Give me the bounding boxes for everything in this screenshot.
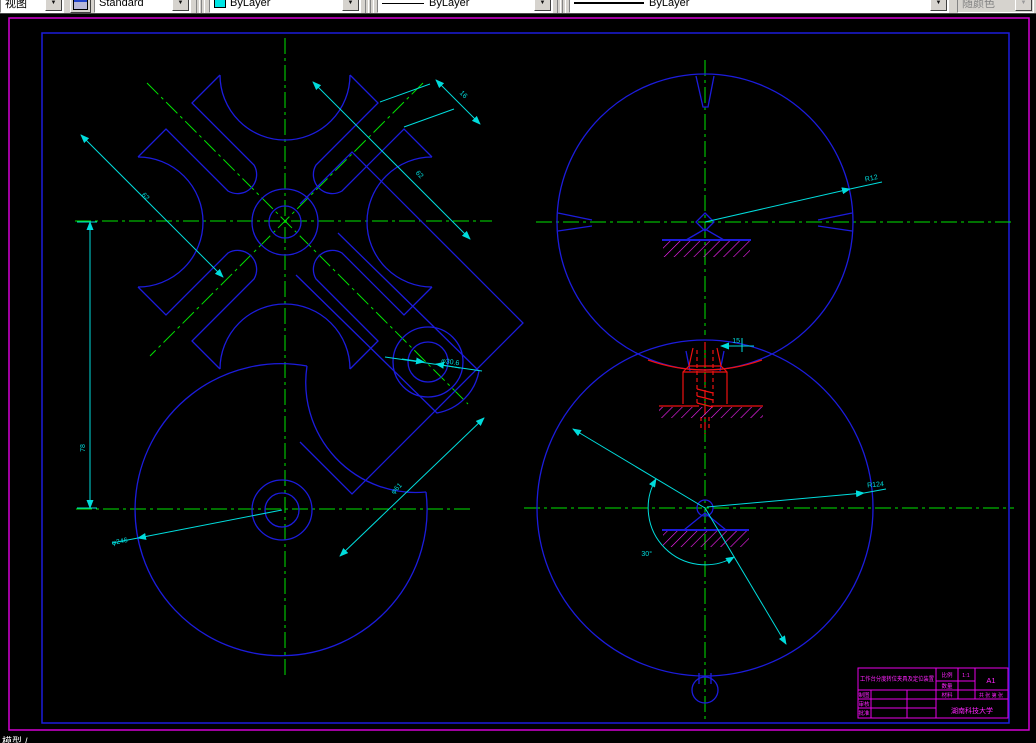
linetype-sample-icon <box>382 2 424 4</box>
dim-diag-right: 62 <box>414 170 425 181</box>
approved-label: 批准 <box>858 709 870 717</box>
section-hatch-view-c <box>663 241 750 257</box>
dim-arm-width: φ61 <box>390 482 404 496</box>
drawing-canvas[interactable]: 16 62 62 φ30.6 φ61 78 φ246 R12 R124 15 3… <box>0 0 1036 743</box>
drawn-label: 制图 <box>858 691 870 699</box>
centerline-diag-2 <box>149 82 424 357</box>
dim-disc-diameter: φ246 <box>111 537 128 547</box>
drawing-title: 工作台分度转位夹具及定位装置 <box>860 675 934 683</box>
section-hatch-pawl <box>659 407 763 418</box>
plotstyle-combo-value: 随颜色 <box>962 0 995 10</box>
style-manager-button[interactable] <box>70 0 91 13</box>
view-a-geneva-cross <box>137 74 524 495</box>
layout-tabs-fragment[interactable]: 模型 / <box>2 733 28 743</box>
color-swatch-icon <box>214 0 226 8</box>
dim-lock-radius: R124 <box>867 481 884 489</box>
view-combo-value: 视图 <box>5 0 27 10</box>
plotstyle-combo: 随颜色 ▼ <box>957 0 1034 13</box>
text-style-combo[interactable]: Standard ▼ <box>94 0 191 13</box>
toolbar-separator <box>196 0 200 13</box>
style-icon <box>73 0 88 10</box>
plot-margin-frame <box>8 17 1030 731</box>
color-combo-value: ByLayer <box>230 0 271 9</box>
title-block-texts: 工作台分度转位夹具及定位装置 比例 1:1 A1 数量 材料 共 张 第 张 制… <box>858 671 1003 717</box>
dim-slot-width: 16 <box>458 90 469 101</box>
dim-pawl-offset: 15 <box>732 338 740 345</box>
drawing-border-frame <box>41 32 1010 724</box>
view-combo[interactable]: 视图 ▼ <box>0 0 64 13</box>
sheet-format: A1 <box>986 676 995 685</box>
scale-value: 1:1 <box>962 673 970 679</box>
scale-label: 比例 <box>941 671 953 679</box>
lineweight-combo[interactable]: ByLayer ▼ <box>569 0 949 13</box>
dimensions-layer <box>77 79 887 645</box>
chevron-down-icon[interactable]: ▼ <box>45 0 62 11</box>
toolbar-separator <box>562 0 566 13</box>
dim-lock-angle: 30° <box>641 550 652 558</box>
square-blank-outline <box>299 151 524 495</box>
linetype-combo-value: ByLayer <box>429 0 470 9</box>
dim-wheel-radius: R12 <box>864 174 878 184</box>
chevron-down-icon[interactable]: ▼ <box>172 0 189 11</box>
color-combo[interactable]: ByLayer ▼ <box>209 0 361 13</box>
dim-center-distance: 78 <box>80 444 87 452</box>
sheet-info: 共 张 第 张 <box>979 692 1003 699</box>
chevron-down-icon: ▼ <box>1015 0 1032 11</box>
toolbar-separator <box>557 0 561 13</box>
dimension-texts: 16 62 62 φ30.6 φ61 78 φ246 R12 R124 15 3… <box>80 90 884 558</box>
checked-label: 审核 <box>858 700 870 708</box>
centerlines <box>75 38 1014 722</box>
lineweight-sample-icon <box>574 2 644 4</box>
section-hatch-view-d <box>663 531 749 547</box>
dim-diag-left: 62 <box>140 192 151 203</box>
toolbar-separator <box>201 0 205 13</box>
toolbar-separator <box>370 0 374 13</box>
linetype-combo[interactable]: ByLayer ▼ <box>377 0 553 13</box>
toolbar-separator <box>365 0 369 13</box>
cad-application-window: 视图 ▼ Standard ▼ ByLayer ▼ ByLayer ▼ ByLa… <box>0 0 1036 743</box>
material-label: 材料 <box>941 691 953 699</box>
toolbar: 视图 ▼ Standard ▼ ByLayer ▼ ByLayer ▼ ByLa… <box>0 0 1036 14</box>
chevron-down-icon[interactable]: ▼ <box>342 0 359 11</box>
quantity-label: 数量 <box>941 682 953 690</box>
lineweight-combo-value: ByLayer <box>649 0 690 9</box>
chevron-down-icon[interactable]: ▼ <box>534 0 551 11</box>
organization-name: 湖南科技大学 <box>951 706 993 715</box>
centerline-diag-1 <box>146 82 469 405</box>
chevron-down-icon[interactable]: ▼ <box>930 0 947 11</box>
text-style-value: Standard <box>99 0 144 9</box>
